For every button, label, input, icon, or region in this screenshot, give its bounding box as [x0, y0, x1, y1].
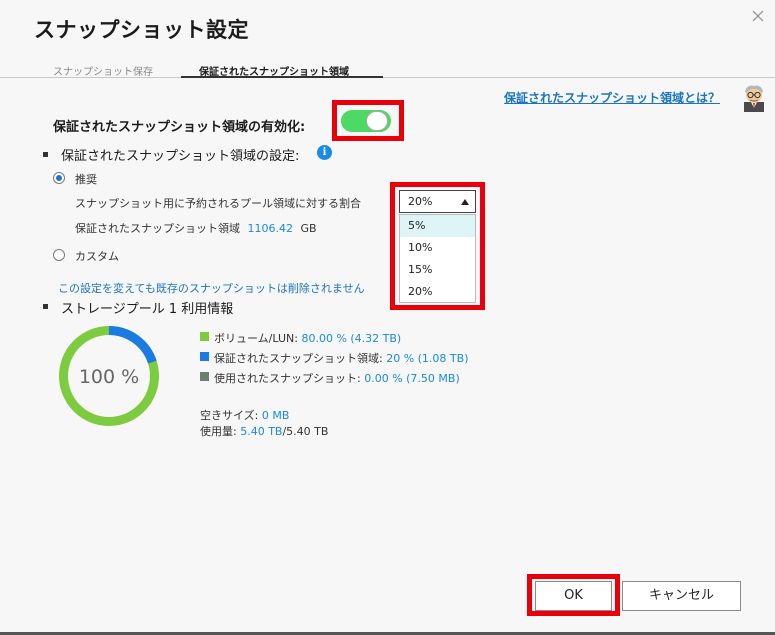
dialog-title: スナップショット設定 [34, 18, 249, 42]
tab-bar: スナップショット保存 保証されたスナップショット領域 [0, 60, 775, 78]
ok-button[interactable]: OK [535, 581, 612, 611]
legend-used-value: 0.00 % (7.50 MB) [364, 372, 460, 385]
recommended-label: 推奨 [75, 173, 97, 186]
cancel-button[interactable]: キャンセル [622, 581, 741, 611]
used-size-value: 5.40 TB [240, 425, 283, 438]
ratio-option-5[interactable]: 5% [400, 215, 475, 237]
ratio-dropdown-list: 5% 10% 15% 20% [399, 214, 476, 303]
legend-snapshot-value: 20 % (1.08 TB) [386, 352, 469, 365]
settings-label: 保証されたスナップショット領域の設定: [61, 149, 300, 164]
close-icon[interactable] [750, 8, 766, 24]
ratio-option-15[interactable]: 15% [400, 259, 475, 281]
ratio-select[interactable]: 20% [399, 190, 476, 213]
pool-usage-label: ストレージプール 1 利用情報 [61, 302, 234, 317]
legend-volume: ボリューム/LUN: 80.00 % (4.32 TB) [214, 330, 401, 346]
used-size-total: /5.40 TB [282, 425, 329, 438]
reserved-space-label: 保証されたスナップショット領域 [75, 222, 240, 235]
reserved-space-row: 保証されたスナップショット領域 1106.42 GB [75, 220, 317, 236]
info-icon[interactable]: i [317, 145, 332, 160]
legend-volume-label: ボリューム/LUN: [214, 332, 302, 345]
toggle-knob[interactable] [366, 111, 388, 131]
legend-used-swatch [200, 372, 209, 381]
donut-percent-text: 100 % [79, 366, 139, 388]
reserved-space-value: 1106.42 [247, 222, 294, 235]
ratio-label: スナップショット用に予約されるプール領域に対する割合 [75, 197, 361, 210]
free-size-label: 空きサイズ: [200, 409, 262, 422]
ratio-option-10[interactable]: 10% [400, 237, 475, 259]
help-character-icon[interactable] [740, 82, 768, 112]
legend-used-label: 使用されたスナップショット: [214, 372, 365, 385]
legend-volume-value: 80.00 % (4.32 TB) [301, 332, 402, 345]
legend-snapshot-swatch [200, 352, 209, 361]
custom-label: カスタム [75, 250, 119, 263]
ratio-select-value: 20% [408, 195, 433, 208]
bullet-icon [43, 304, 48, 309]
help-link[interactable]: 保証されたスナップショット領域とは？ [504, 89, 720, 106]
snapshot-settings-dialog: スナップショット設定 スナップショット保存 保証されたスナップショット領域 保証… [0, 0, 775, 635]
reserved-space-unit: GB [300, 222, 317, 235]
legend-volume-swatch [200, 332, 209, 341]
caret-up-icon [461, 199, 469, 205]
used-size-label: 使用量: [200, 425, 241, 438]
free-size-value: 0 MB [261, 409, 290, 422]
legend-snapshot: 保証されたスナップショット領域: 20 % (1.08 TB) [214, 350, 468, 366]
ratio-option-20[interactable]: 20% [400, 281, 475, 303]
legend-used: 使用されたスナップショット: 0.00 % (7.50 MB) [214, 370, 460, 386]
custom-radio[interactable] [53, 249, 65, 261]
tab-snapshot-retention[interactable]: スナップショット保存 [53, 63, 153, 78]
enable-label: 保証されたスナップショット領域の有効化: [53, 120, 306, 135]
recommended-radio[interactable] [53, 172, 65, 184]
legend-snapshot-label: 保証されたスナップショット領域: [214, 352, 387, 365]
bullet-icon [43, 152, 48, 157]
pool-usage-donut: 100 % [59, 326, 159, 426]
settings-note: この設定を変えても既存のスナップショットは削除されません [58, 282, 365, 295]
used-size: 使用量: 5.40 TB/5.40 TB [200, 423, 328, 439]
free-size: 空きサイズ: 0 MB [200, 407, 289, 423]
active-tab-indicator [181, 76, 383, 78]
